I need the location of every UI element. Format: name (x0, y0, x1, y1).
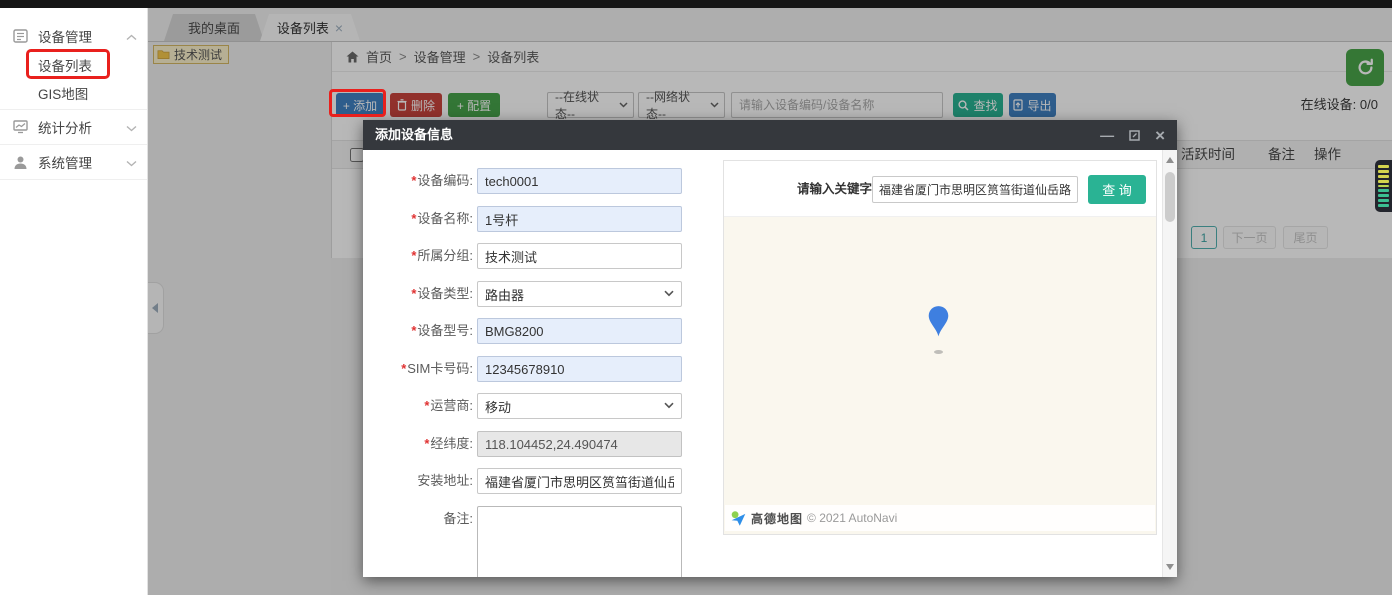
map-panel: 请输入关键字: 查 询 高德地图 © 2021 AutoNavi (723, 160, 1157, 535)
ime-indicator[interactable] (1375, 160, 1392, 212)
device-group-input[interactable] (477, 243, 682, 269)
device-management-icon (13, 29, 30, 44)
device-type-select[interactable]: 路由器 (477, 281, 682, 307)
operator-value: 移动 (485, 397, 511, 416)
field-label: *设备名称: (363, 206, 473, 232)
field-label: 备注: (363, 506, 473, 532)
field-label: *所属分组: (363, 243, 473, 269)
form-row-device-type: *设备类型: 路由器 (363, 281, 708, 307)
required-asterisk: * (411, 248, 416, 263)
divider (0, 144, 147, 145)
field-label: *经纬度: (363, 431, 473, 457)
field-label-text: SIM卡号码: (407, 361, 473, 376)
pin-shadow (934, 350, 943, 354)
modal-title: 添加设备信息 (375, 127, 453, 142)
chevron-down-icon (664, 402, 674, 409)
install-address-input[interactable] (477, 468, 682, 494)
field-label-text: 设备编码: (417, 173, 473, 188)
keyword-label: 请输入关键字: (797, 161, 876, 217)
required-asterisk: * (411, 323, 416, 338)
field-label-text: 设备名称: (417, 211, 473, 226)
form-row-coordinates: *经纬度: (363, 431, 708, 457)
form-row-device-name: *设备名称: (363, 206, 708, 232)
chevron-down-icon (126, 120, 137, 135)
sidebar-group-label: 系统管理 (38, 152, 92, 172)
autonavi-logo (730, 510, 747, 527)
scroll-up-arrow[interactable] (1166, 157, 1174, 163)
device-type-value: 路由器 (485, 285, 524, 304)
remark-textarea[interactable] (477, 506, 682, 577)
divider (0, 179, 147, 180)
maximize-button[interactable] (1129, 130, 1140, 141)
field-label: *设备编码: (363, 168, 473, 194)
map-attribution: 高德地图 © 2021 AutoNavi (725, 505, 1155, 531)
form-row-remark: 备注: (363, 506, 708, 577)
field-label-text: 安装地址: (417, 473, 473, 488)
scrollbar-thumb[interactable] (1165, 172, 1175, 222)
field-label: *SIM卡号码: (363, 356, 473, 382)
field-label: *设备类型: (363, 281, 473, 307)
close-button[interactable]: × (1155, 127, 1165, 144)
system-user-icon (13, 155, 30, 170)
form-row-sim: *SIM卡号码: (363, 356, 708, 382)
sidebar-item-device-list[interactable]: 设备列表 (0, 51, 147, 79)
map-brand: 高德地图 (751, 510, 803, 527)
field-label-text: 经纬度: (430, 436, 473, 451)
form-row-device-code: *设备编码: (363, 168, 708, 194)
coordinates-input (477, 431, 682, 457)
sidebar-group-label: 统计分析 (38, 117, 92, 137)
field-label-text: 所属分组: (417, 248, 473, 263)
required-asterisk: * (411, 211, 416, 226)
field-label: 安装地址: (363, 468, 473, 494)
required-asterisk: * (424, 398, 429, 413)
field-label: *运营商: (363, 393, 473, 419)
field-label-text: 设备类型: (417, 286, 473, 301)
required-asterisk: * (411, 286, 416, 301)
form-row-device-model: *设备型号: (363, 318, 708, 344)
minimize-button[interactable]: — (1100, 128, 1114, 142)
sidebar-group-label: 设备管理 (38, 26, 92, 46)
chevron-down-icon (126, 155, 137, 170)
form-row-operator: *运营商: 移动 (363, 393, 708, 419)
required-asterisk: * (424, 436, 429, 451)
form-row-address: 安装地址: (363, 468, 708, 494)
scroll-down-arrow[interactable] (1166, 564, 1174, 570)
sidebar: 设备管理 设备列表 GIS地图 统计分析 系统管理 (0, 8, 148, 595)
map-canvas[interactable]: 高德地图 © 2021 AutoNavi (724, 217, 1156, 534)
sidebar-item-label: GIS地图 (38, 83, 88, 103)
device-name-input[interactable] (477, 206, 682, 232)
field-label-text: 运营商: (430, 398, 473, 413)
sim-number-input[interactable] (477, 356, 682, 382)
modal-scrollbar[interactable] (1162, 150, 1177, 577)
field-label-text: 设备型号: (417, 323, 473, 338)
sidebar-group-system[interactable]: 系统管理 (0, 147, 147, 177)
device-model-input[interactable] (477, 318, 682, 344)
top-black-bar (0, 0, 1392, 8)
required-asterisk: * (411, 173, 416, 188)
chevron-down-icon (664, 290, 674, 297)
map-search-bar: 请输入关键字: 查 询 (724, 161, 1156, 217)
add-device-modal: 添加设备信息 — × *设备编码: *设备名称: *所属分组: *设备类型: 路… (363, 120, 1177, 577)
field-label-text: 备注: (443, 511, 473, 526)
statistics-icon (13, 120, 30, 135)
form-row-group: *所属分组: (363, 243, 708, 269)
map-copyright: © 2021 AutoNavi (807, 511, 897, 525)
device-code-input[interactable] (477, 168, 682, 194)
query-button[interactable]: 查 询 (1088, 175, 1146, 204)
chevron-up-icon (126, 29, 137, 44)
modal-header[interactable]: 添加设备信息 — × (363, 120, 1177, 150)
modal-window-controls: — × (1100, 120, 1165, 150)
modal-body: *设备编码: *设备名称: *所属分组: *设备类型: 路由器 *设备型号: *… (363, 150, 1162, 577)
map-pin-icon (927, 305, 950, 338)
operator-select[interactable]: 移动 (477, 393, 682, 419)
sidebar-group-statistics[interactable]: 统计分析 (0, 112, 147, 142)
sidebar-group-device-management[interactable]: 设备管理 (0, 21, 147, 51)
field-label: *设备型号: (363, 318, 473, 344)
keyword-input[interactable] (872, 176, 1078, 203)
required-asterisk: * (401, 361, 406, 376)
sidebar-item-label: 设备列表 (38, 55, 92, 75)
divider (0, 109, 147, 110)
maximize-icon (1129, 130, 1140, 141)
sidebar-item-gis-map[interactable]: GIS地图 (0, 79, 147, 107)
